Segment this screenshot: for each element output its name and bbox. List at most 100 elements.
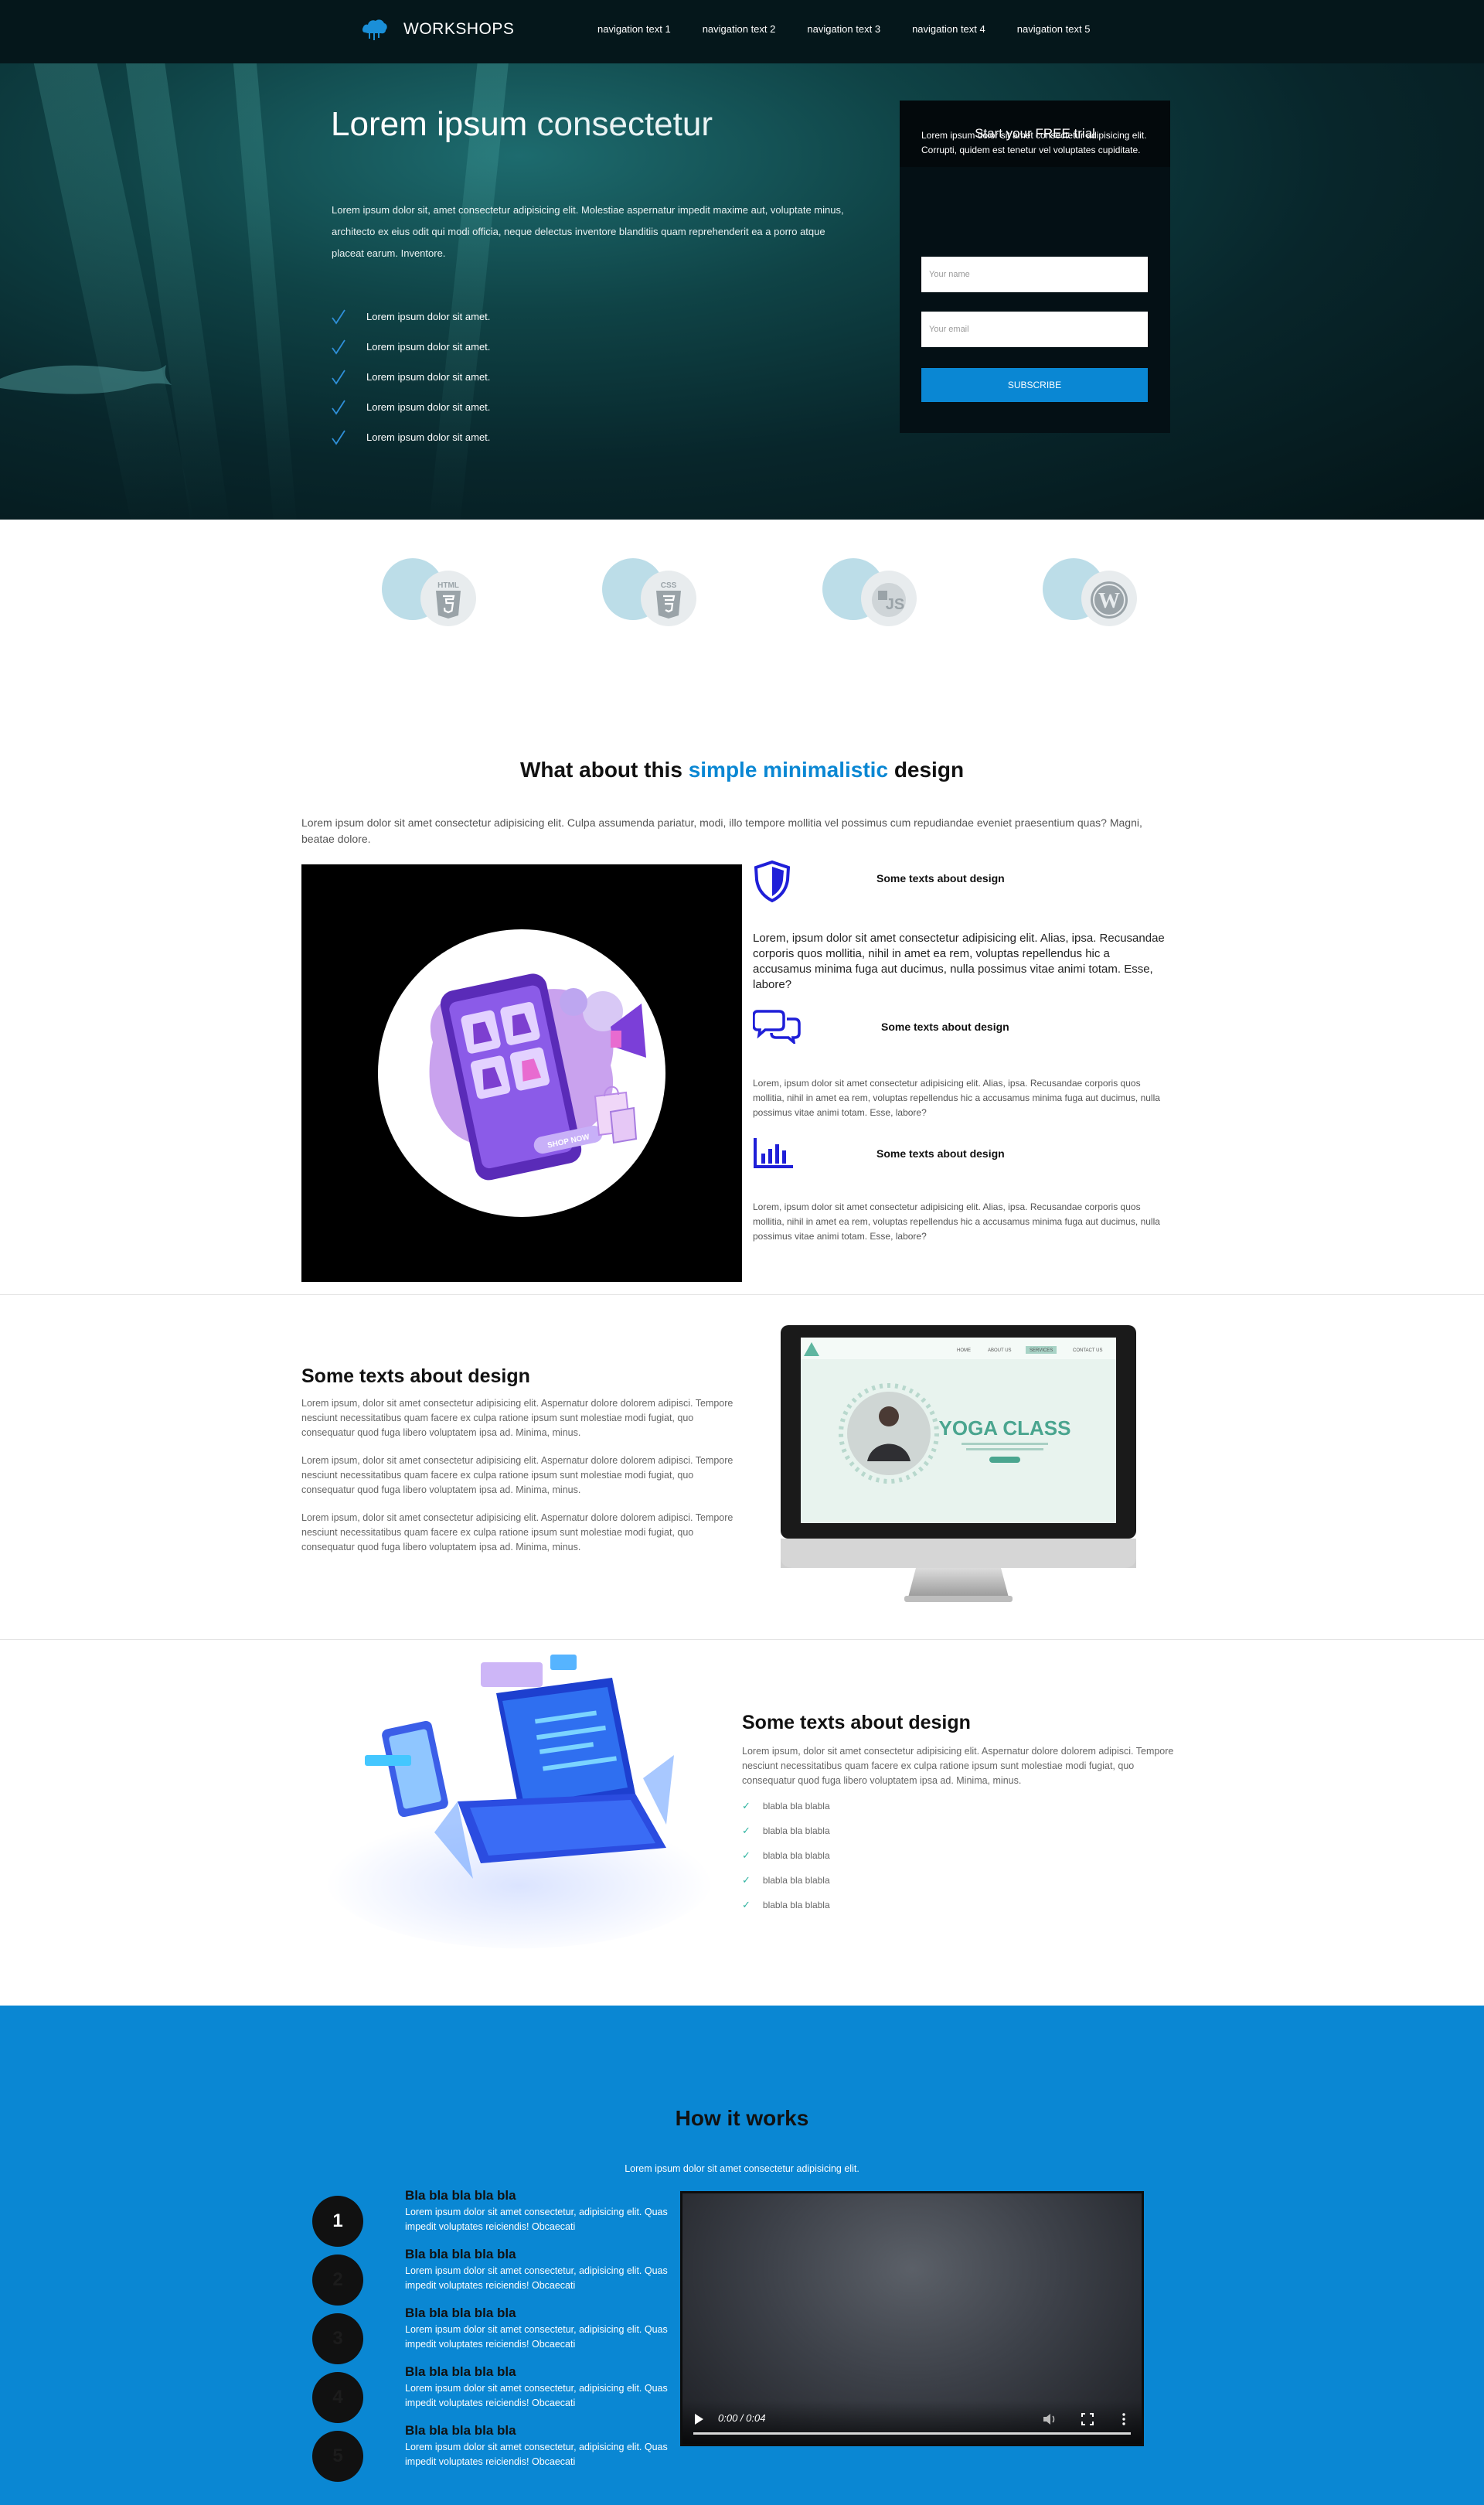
check-icon [332,309,345,325]
check-icon [332,400,345,415]
monitor-section-paragraph: Lorem ipsum, dolor sit amet consectetur … [301,1398,733,1438]
svg-text:HTML: HTML [437,581,459,590]
design-title-before: What about this [519,758,682,782]
checklist-text: Lorem ipsum dolor sit amet. [366,401,491,413]
chat-icon [753,1010,801,1044]
feature-text: Lorem, ipsum dolor sit amet consectetur … [753,1078,1160,1118]
hero-section: Lorem ipsum consectetur Lorem ipsum dolo… [0,0,1484,520]
section-divider [0,1639,1484,1640]
step-text: Lorem ipsum dolor sit amet consectetur, … [405,2207,668,2232]
step-item: 2 Bla bla bla bla bla Lorem ipsum dolor … [312,2247,668,2306]
nav-link-2[interactable]: navigation text 2 [703,23,776,35]
desktop-monitor-mockup: HOME ABOUT US SERVICES CONTACT US YOGA C… [781,1325,1136,1610]
more-options-icon[interactable] [1122,2413,1126,2425]
html5-logo: HTML [382,558,482,636]
step-number: 1 [312,2196,363,2247]
step-number: 5 [312,2431,363,2482]
feature-item: Some texts about design Lorem, ipsum dol… [753,1137,1170,1252]
step-number: 2 [312,2254,363,2306]
step-text: Lorem ipsum dolor sit amet consectetur, … [405,2383,668,2408]
video-player[interactable]: 0:00 / 0:04 [680,2191,1144,2446]
feature-item: Some texts about design Lorem, ipsum dol… [753,1008,1170,1124]
monitor-section-paragraph: Lorem ipsum, dolor sit amet consectetur … [301,1512,733,1552]
name-input[interactable] [921,257,1148,292]
hero-title: Lorem ipsum consectetur [331,105,713,144]
html5-icon: HTML [436,581,461,619]
step-item: 5 Bla bla bla bla bla Lorem ipsum dolor … [312,2423,668,2482]
feature-title: Some texts about design [876,872,1005,884]
hero-title-light: consectetur [536,105,713,143]
check-icon: ✓ [742,1800,751,1811]
list-item-text: blabla bla blabla [762,1801,830,1811]
subscribe-button[interactable]: SUBSCRIBE [921,368,1148,402]
nav-link-4[interactable]: navigation text 4 [912,23,985,35]
design-intro: Lorem ipsum dolor sit amet consectetur a… [301,816,1142,845]
trial-signup-form: Start your FREE trial Lorem ipsum dolor … [900,101,1170,433]
checklist-text: Lorem ipsum dolor sit amet. [366,311,491,322]
step-text: Lorem ipsum dolor sit amet consectetur, … [405,2324,668,2350]
list-item: ✓ blabla bla blabla [742,1818,830,1843]
feature-item: Some texts about design Lorem, ipsum dol… [753,860,1170,999]
shop-phone-illustration: SHOP NOW [301,864,742,1282]
check-icon [332,339,345,355]
step-item: 3 Bla bla bla bla bla Lorem ipsum dolor … [312,2306,668,2364]
how-subtitle: Lorem ipsum dolor sit amet consectetur a… [625,2163,859,2174]
laptop-section-text: Lorem ipsum, dolor sit amet consectetur … [742,1746,1174,1786]
laptop-section-title: Some texts about design [742,1712,971,1733]
brand-name: WORKSHOPS [403,20,515,38]
svg-text:ABOUT US: ABOUT US [988,1348,1012,1353]
design-title-accent: simple minimalistic [688,758,889,782]
checklist-item: Lorem ipsum dolor sit amet. [331,302,490,332]
shield-icon [754,860,791,903]
checklist-item: Lorem ipsum dolor sit amet. [331,422,490,452]
step-title: Bla bla bla bla bla [405,2423,516,2438]
step-number: 4 [312,2372,363,2423]
svg-text:HOME: HOME [957,1348,971,1353]
checklist-text: Lorem ipsum dolor sit amet. [366,431,491,443]
video-progress-bar[interactable] [693,2432,1131,2435]
svg-text:SERVICES: SERVICES [1030,1348,1053,1353]
how-it-works-section: How it works Lorem ipsum dolor sit amet … [0,2006,1484,2505]
fullscreen-icon[interactable] [1081,2413,1094,2425]
step-title: Bla bla bla bla bla [405,2188,516,2203]
volume-icon[interactable] [1043,2413,1057,2425]
step-number: 3 [312,2313,363,2364]
check-icon: ✓ [742,1825,751,1836]
play-icon[interactable] [693,2413,704,2425]
list-item-text: blabla bla blabla [762,1875,830,1886]
check-icon: ✓ [742,1874,751,1886]
hero-checklist: Lorem ipsum dolor sit amet. Lorem ipsum … [331,302,490,452]
svg-text:YOGA CLASS: YOGA CLASS [939,1416,1071,1440]
nav-link-1[interactable]: navigation text 1 [597,23,671,35]
wordpress-logo: W [1043,558,1143,636]
list-item-text: blabla bla blabla [762,1825,830,1836]
feature-text: Lorem, ipsum dolor sit amet consectetur … [753,932,1165,991]
monitor-section-title: Some texts about design [301,1365,530,1387]
step-text: Lorem ipsum dolor sit amet consectetur, … [405,2265,668,2291]
feature-title: Some texts about design [881,1021,1009,1033]
list-item: ✓ blabla bla blabla [742,1893,830,1917]
email-input[interactable] [921,312,1148,347]
checklist-item: Lorem ipsum dolor sit amet. [331,392,490,422]
checklist-item: Lorem ipsum dolor sit amet. [331,362,490,392]
feature-text: Lorem, ipsum dolor sit amet consectetur … [753,1201,1160,1242]
css3-logo: CSS [602,558,703,636]
checklist-text: Lorem ipsum dolor sit amet. [366,371,491,383]
hero-text: Lorem ipsum dolor sit, amet consectetur … [332,204,844,259]
step-title: Bla bla bla bla bla [405,2306,516,2320]
nav-link-5[interactable]: navigation text 5 [1017,23,1091,35]
nav-link-3[interactable]: navigation text 3 [807,23,880,35]
step-title: Bla bla bla bla bla [405,2364,516,2379]
checklist-item: Lorem ipsum dolor sit amet. [331,332,490,362]
brand-link[interactable]: WORKSHOPS [362,17,514,42]
cloud-logo-icon [362,19,387,40]
check-icon [332,370,345,385]
svg-text:W: W [1098,589,1120,613]
check-icon [332,430,345,445]
feature-mini-list: ✓ blabla bla blabla ✓ blabla bla blabla ✓ b… [742,1794,830,1917]
list-item: ✓ blabla bla blabla [742,1843,830,1868]
list-item: ✓ blabla bla blabla [742,1794,830,1818]
section-divider [0,1294,1484,1295]
hero-title-main: Lorem ipsum [331,105,528,143]
monitor-section-paragraph: Lorem ipsum, dolor sit amet consectetur … [301,1455,733,1495]
